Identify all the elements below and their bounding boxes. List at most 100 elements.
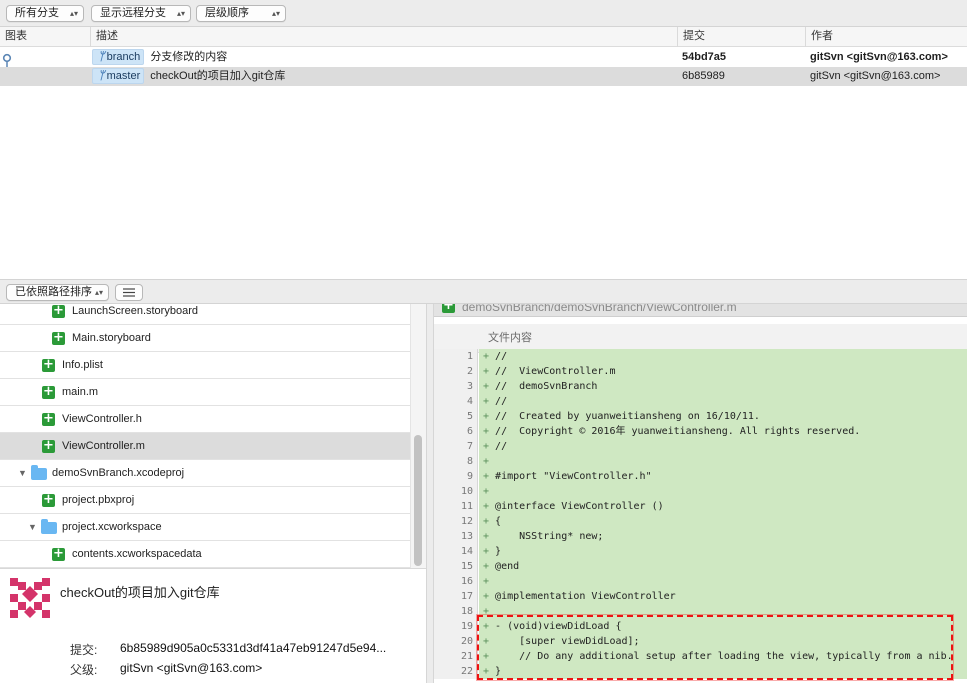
line-text: + } [479, 664, 967, 679]
diff-line: 18 + [434, 604, 967, 619]
commit-hash: 6b85989 [682, 70, 725, 82]
diff-line: 8 + [434, 454, 967, 469]
line-number: 3 [434, 379, 478, 394]
added-marker: + [483, 456, 490, 467]
branches-dropdown-label: 所有分支 [15, 7, 59, 19]
file-name: project.pbxproj [62, 494, 135, 506]
order-dropdown-label: 层级顺序 [205, 7, 249, 19]
code-text: // [489, 351, 508, 362]
code-text: } [489, 666, 502, 677]
file-item[interactable]: + Main.storyboard [0, 325, 410, 352]
chevron-updown-icon: ▴▾ [69, 9, 78, 18]
line-number: 10 [434, 484, 478, 499]
file-tree: + LaunchScreen.storyboard + Main.storybo… [0, 304, 426, 568]
chevron-updown-icon: ▴▾ [176, 9, 185, 18]
diff-line: 20 + [super viewDidLoad]; [434, 634, 967, 649]
diff-line: 17 + @implementation ViewController [434, 589, 967, 604]
file-item[interactable]: + contents.xcworkspacedata [0, 541, 410, 568]
line-number: 12 [434, 514, 478, 529]
added-marker: + [483, 606, 490, 617]
line-number: 4 [434, 394, 478, 409]
sort-dropdown[interactable]: 已依照路径排序 ▴▾ [6, 284, 109, 301]
folder-icon [31, 465, 47, 480]
line-number: 9 [434, 469, 478, 484]
column-header-graph[interactable]: 图表 [0, 27, 90, 47]
code-text: // Created by yuanweitiansheng on 16/10/… [489, 411, 760, 422]
line-text: + } [479, 544, 967, 559]
folder-item[interactable]: ▼ demoSvnBranch.xcodeproj [0, 460, 410, 487]
diff-pane: + demoSvnBranch/demoSvnBranch/ViewContro… [434, 304, 967, 683]
file-name: LaunchScreen.storyboard [72, 305, 198, 317]
file-item[interactable]: + main.m [0, 379, 410, 406]
list-icon [123, 288, 135, 297]
commit-row[interactable]: ᛘ branch 分支修改的内容 54bd7a5 gitSvn <gitSvn@1… [0, 48, 967, 67]
file-item-selected[interactable]: + ViewController.m [0, 433, 410, 460]
code-text: - (void)viewDidLoad { [489, 621, 622, 632]
file-tree-scrollbar[interactable] [410, 304, 426, 568]
diff-line: 15 + @end [434, 559, 967, 574]
added-icon: + [52, 546, 65, 561]
added-icon: + [442, 304, 455, 313]
line-text: + // [479, 349, 967, 364]
file-item[interactable]: + project.pbxproj [0, 487, 410, 514]
file-item[interactable]: + ViewController.h [0, 406, 410, 433]
added-icon: + [42, 357, 55, 372]
diff-line: 16 + [434, 574, 967, 589]
line-text: + // ViewController.m [479, 364, 967, 379]
diff-file-path: demoSvnBranch/demoSvnBranch/ViewControll… [462, 304, 737, 314]
sort-dropdown-label: 已依照路径排序 [15, 286, 92, 298]
file-name: main.m [62, 386, 99, 398]
branches-dropdown[interactable]: 所有分支 ▴▾ [6, 5, 84, 22]
code-text: // ViewController.m [489, 366, 616, 377]
commit-row-selected[interactable]: ᛘ master checkOut的项目加入git仓库 6b85989 gitSv… [0, 67, 967, 86]
code-text: // [489, 441, 508, 452]
commit-full-hash[interactable]: 6b85989d905a0c5331d3df41a47eb91247d5e94.… [120, 641, 420, 655]
commit-message: checkOut的项目加入git仓库 [150, 70, 286, 82]
line-text: + // [479, 439, 967, 454]
line-text: + [479, 484, 967, 499]
order-dropdown[interactable]: 层级顺序 ▴▾ [196, 5, 286, 22]
line-text: + - (void)viewDidLoad { [479, 619, 967, 634]
file-item[interactable]: + LaunchScreen.storyboard [0, 304, 410, 325]
diff-line: 19 + - (void)viewDidLoad { [434, 619, 967, 634]
pane-divider[interactable] [426, 304, 434, 683]
line-text: + { [479, 514, 967, 529]
file-item[interactable]: + Info.plist [0, 352, 410, 379]
diff-line: 22 + } [434, 664, 967, 679]
folder-item[interactable]: ▼ project.xcworkspace [0, 514, 410, 541]
disclosure-triangle-icon[interactable]: ▼ [28, 514, 37, 541]
added-icon: + [42, 411, 55, 426]
diff-line: 14 + } [434, 544, 967, 559]
line-number: 1 [434, 349, 478, 364]
code-text: } [489, 546, 502, 557]
chevron-updown-icon: ▴▾ [271, 9, 280, 18]
added-icon: + [52, 304, 65, 318]
branch-icon: ᛘ [98, 51, 105, 63]
diff-line: 13 + NSString* new; [434, 529, 967, 544]
column-header-author[interactable]: 作者 [805, 27, 967, 47]
disclosure-triangle-icon[interactable]: ▼ [18, 460, 27, 487]
line-number: 20 [434, 634, 478, 649]
added-icon: + [52, 330, 65, 345]
branch-tag: ᛘ master [92, 68, 145, 84]
diff-line: 21 + // Do any additional setup after loa… [434, 649, 967, 664]
file-name: contents.xcworkspacedata [72, 548, 202, 560]
scrollbar-thumb[interactable] [414, 435, 422, 566]
line-text: + [479, 454, 967, 469]
line-text: + // demoSvnBranch [479, 379, 967, 394]
column-header-description[interactable]: 描述 [90, 27, 677, 47]
line-number: 17 [434, 589, 478, 604]
commit-label: 提交: [70, 643, 98, 657]
column-header-commit[interactable]: 提交 [677, 27, 805, 47]
diff-line: 1 + // [434, 349, 967, 364]
diff-line: 12 + { [434, 514, 967, 529]
diff-line: 6 + // Copyright © 2016年 yuanweitiansheng… [434, 424, 967, 439]
diff-line: 2 + // ViewController.m [434, 364, 967, 379]
list-view-button[interactable] [115, 284, 143, 301]
line-number: 14 [434, 544, 478, 559]
remote-branches-dropdown[interactable]: 显示远程分支 ▴▾ [91, 5, 191, 22]
commit-table-header: 图表 描述 提交 作者 [0, 27, 967, 47]
avatar [10, 578, 50, 618]
parent-value[interactable]: gitSvn <gitSvn@163.com> [120, 661, 420, 675]
branch-icon: ᛘ [98, 70, 105, 82]
